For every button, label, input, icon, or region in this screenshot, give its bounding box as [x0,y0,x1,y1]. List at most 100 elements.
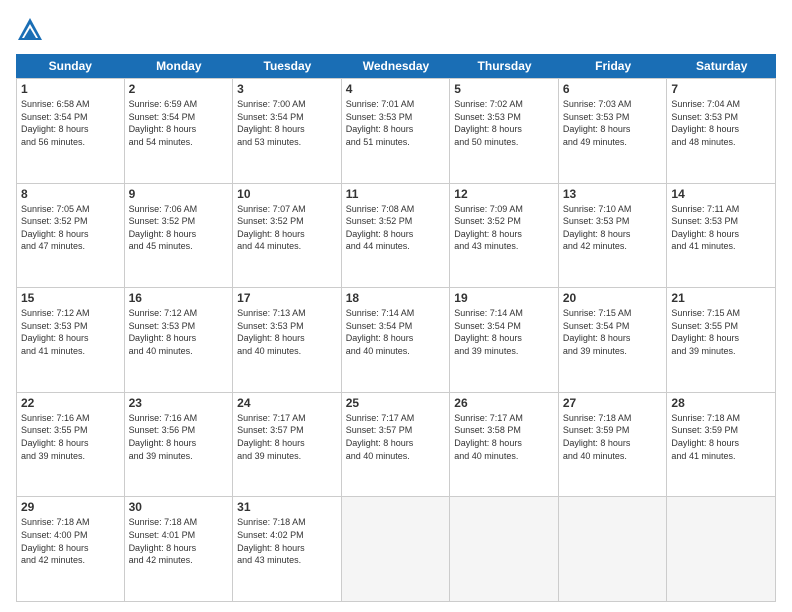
cell-info: Sunrise: 7:17 AM Sunset: 3:58 PM Dayligh… [454,412,554,462]
calendar: SundayMondayTuesdayWednesdayThursdayFrid… [16,54,776,602]
cell-info: Sunrise: 7:05 AM Sunset: 3:52 PM Dayligh… [21,203,120,253]
calendar-cell: 16 Sunrise: 7:12 AM Sunset: 3:53 PM Dayli… [125,288,234,392]
day-number: 11 [346,187,446,201]
calendar-body: 1Sunrise: 6:58 AM Sunset: 3:54 PM Daylig… [16,78,776,602]
day-number: 17 [237,291,337,305]
calendar-cell: 20 Sunrise: 7:15 AM Sunset: 3:54 PM Dayli… [559,288,668,392]
cell-info: Sunrise: 7:16 AM Sunset: 3:55 PM Dayligh… [21,412,120,462]
day-number: 25 [346,396,446,410]
header-day: Tuesday [233,54,342,78]
calendar-cell: 9 Sunrise: 7:06 AM Sunset: 3:52 PM Daylig… [125,184,234,288]
day-number: 7 [671,82,771,96]
cell-info: Sunrise: 7:16 AM Sunset: 3:56 PM Dayligh… [129,412,229,462]
cell-info: Sunrise: 7:17 AM Sunset: 3:57 PM Dayligh… [237,412,337,462]
day-number: 27 [563,396,663,410]
day-number: 20 [563,291,663,305]
calendar-cell [342,497,451,601]
day-number: 28 [671,396,771,410]
day-number: 8 [21,187,120,201]
calendar-row: 29 Sunrise: 7:18 AM Sunset: 4:00 PM Dayli… [16,497,776,602]
calendar-cell: 6 Sunrise: 7:03 AM Sunset: 3:53 PM Daylig… [559,79,668,183]
header-day: Thursday [450,54,559,78]
header-day: Sunday [16,54,125,78]
calendar-header: SundayMondayTuesdayWednesdayThursdayFrid… [16,54,776,78]
cell-info: Sunrise: 7:06 AM Sunset: 3:52 PM Dayligh… [129,203,229,253]
day-number: 24 [237,396,337,410]
day-number: 21 [671,291,771,305]
day-number: 23 [129,396,229,410]
day-number: 26 [454,396,554,410]
calendar-cell: 13 Sunrise: 7:10 AM Sunset: 3:53 PM Dayli… [559,184,668,288]
calendar-cell: 5 Sunrise: 7:02 AM Sunset: 3:53 PM Daylig… [450,79,559,183]
cell-info: Sunrise: 7:18 AM Sunset: 4:01 PM Dayligh… [129,516,229,566]
cell-info: Sunrise: 7:02 AM Sunset: 3:53 PM Dayligh… [454,98,554,148]
day-number: 19 [454,291,554,305]
calendar-page: SundayMondayTuesdayWednesdayThursdayFrid… [0,0,792,612]
calendar-row: 15 Sunrise: 7:12 AM Sunset: 3:53 PM Dayli… [16,288,776,393]
calendar-cell: 19 Sunrise: 7:14 AM Sunset: 3:54 PM Dayli… [450,288,559,392]
cell-info: Sunrise: 7:04 AM Sunset: 3:53 PM Dayligh… [671,98,771,148]
cell-info: Sunrise: 7:18 AM Sunset: 4:00 PM Dayligh… [21,516,120,566]
calendar-cell: 29 Sunrise: 7:18 AM Sunset: 4:00 PM Dayli… [16,497,125,601]
header-day: Wednesday [342,54,451,78]
day-number: 13 [563,187,663,201]
cell-info: Sunrise: 7:14 AM Sunset: 3:54 PM Dayligh… [454,307,554,357]
calendar-cell: 24 Sunrise: 7:17 AM Sunset: 3:57 PM Dayli… [233,393,342,497]
cell-info: Sunrise: 7:12 AM Sunset: 3:53 PM Dayligh… [129,307,229,357]
calendar-cell: 1Sunrise: 6:58 AM Sunset: 3:54 PM Daylig… [16,79,125,183]
cell-info: Sunrise: 7:13 AM Sunset: 3:53 PM Dayligh… [237,307,337,357]
day-number: 29 [21,500,120,514]
day-number: 2 [129,82,229,96]
logo-icon [16,16,44,44]
calendar-cell: 31Sunrise: 7:18 AM Sunset: 4:02 PM Dayli… [233,497,342,601]
calendar-cell: 11Sunrise: 7:08 AM Sunset: 3:52 PM Dayli… [342,184,451,288]
day-number: 4 [346,82,446,96]
calendar-cell: 14 Sunrise: 7:11 AM Sunset: 3:53 PM Dayli… [667,184,776,288]
cell-info: Sunrise: 7:07 AM Sunset: 3:52 PM Dayligh… [237,203,337,253]
calendar-cell: 3 Sunrise: 7:00 AM Sunset: 3:54 PM Daylig… [233,79,342,183]
day-number: 6 [563,82,663,96]
calendar-cell: 26 Sunrise: 7:17 AM Sunset: 3:58 PM Dayli… [450,393,559,497]
day-number: 3 [237,82,337,96]
calendar-cell: 12Sunrise: 7:09 AM Sunset: 3:52 PM Dayli… [450,184,559,288]
cell-info: Sunrise: 7:03 AM Sunset: 3:53 PM Dayligh… [563,98,663,148]
header-day: Friday [559,54,668,78]
day-number: 16 [129,291,229,305]
calendar-cell: 30 Sunrise: 7:18 AM Sunset: 4:01 PM Dayli… [125,497,234,601]
day-number: 5 [454,82,554,96]
calendar-cell: 4Sunrise: 7:01 AM Sunset: 3:53 PM Daylig… [342,79,451,183]
day-number: 9 [129,187,229,201]
calendar-cell: 18 Sunrise: 7:14 AM Sunset: 3:54 PM Dayli… [342,288,451,392]
cell-info: Sunrise: 7:14 AM Sunset: 3:54 PM Dayligh… [346,307,446,357]
day-number: 31 [237,500,337,514]
cell-info: Sunrise: 7:18 AM Sunset: 3:59 PM Dayligh… [671,412,771,462]
page-header [16,16,776,44]
calendar-row: 22 Sunrise: 7:16 AM Sunset: 3:55 PM Dayli… [16,393,776,498]
calendar-cell: 7 Sunrise: 7:04 AM Sunset: 3:53 PM Daylig… [667,79,776,183]
cell-info: Sunrise: 6:59 AM Sunset: 3:54 PM Dayligh… [129,98,229,148]
day-number: 12 [454,187,554,201]
cell-info: Sunrise: 7:00 AM Sunset: 3:54 PM Dayligh… [237,98,337,148]
day-number: 15 [21,291,120,305]
calendar-cell [559,497,668,601]
cell-info: Sunrise: 7:15 AM Sunset: 3:54 PM Dayligh… [563,307,663,357]
calendar-cell: 28 Sunrise: 7:18 AM Sunset: 3:59 PM Dayli… [667,393,776,497]
day-number: 1 [21,82,120,96]
calendar-cell [667,497,776,601]
day-number: 22 [21,396,120,410]
calendar-cell: 27 Sunrise: 7:18 AM Sunset: 3:59 PM Dayli… [559,393,668,497]
calendar-cell: 15Sunrise: 7:12 AM Sunset: 3:53 PM Dayli… [16,288,125,392]
header-day: Monday [125,54,234,78]
cell-info: Sunrise: 7:18 AM Sunset: 3:59 PM Dayligh… [563,412,663,462]
calendar-cell: 8 Sunrise: 7:05 AM Sunset: 3:52 PM Daylig… [16,184,125,288]
calendar-cell: 25 Sunrise: 7:17 AM Sunset: 3:57 PM Dayli… [342,393,451,497]
calendar-cell: 10 Sunrise: 7:07 AM Sunset: 3:52 PM Dayli… [233,184,342,288]
day-number: 10 [237,187,337,201]
day-number: 14 [671,187,771,201]
day-number: 30 [129,500,229,514]
cell-info: Sunrise: 7:17 AM Sunset: 3:57 PM Dayligh… [346,412,446,462]
cell-info: Sunrise: 7:10 AM Sunset: 3:53 PM Dayligh… [563,203,663,253]
calendar-cell: 23 Sunrise: 7:16 AM Sunset: 3:56 PM Dayli… [125,393,234,497]
cell-info: Sunrise: 7:11 AM Sunset: 3:53 PM Dayligh… [671,203,771,253]
day-number: 18 [346,291,446,305]
